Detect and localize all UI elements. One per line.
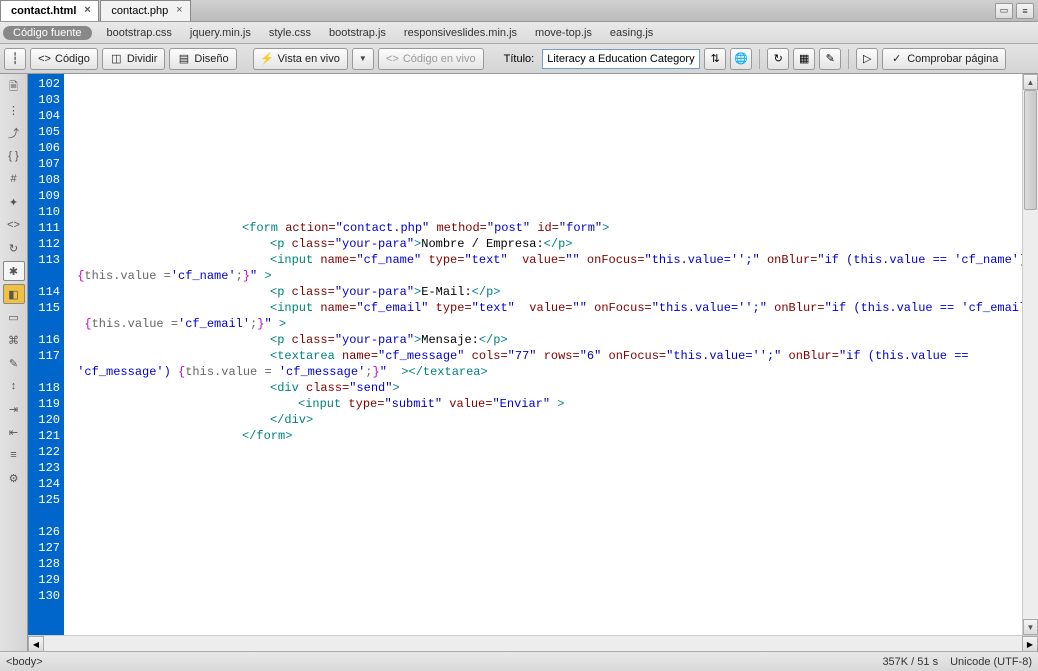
check-page-button[interactable]: ✓ Comprobar página — [882, 48, 1006, 70]
code-navigator-icon[interactable]: ✱ — [3, 261, 25, 281]
split-icon: ◫ — [110, 52, 123, 65]
related-files-bar: Código fuente bootstrap.css jquery.min.j… — [0, 22, 1038, 44]
related-file[interactable]: easing.js — [601, 22, 662, 43]
visual-aids-icon[interactable]: ✎ — [819, 48, 841, 70]
encoding-status[interactable]: Unicode (UTF-8) — [950, 656, 1032, 668]
related-file[interactable]: style.css — [260, 22, 320, 43]
wrap-tag-icon[interactable]: ⌘ — [3, 330, 25, 350]
live-code-button[interactable]: <> Código en vivo — [378, 48, 484, 70]
close-icon[interactable]: × — [174, 6, 184, 16]
file-tab-bar: contact.html × contact.php × ▭ ≡ — [0, 0, 1038, 22]
design-view-button[interactable]: ▤ Diseño — [169, 48, 236, 70]
settings-icon[interactable]: ⚙ — [3, 468, 25, 488]
divider — [848, 49, 849, 69]
horizontal-scrollbar[interactable]: ◀ ▶ — [28, 635, 1038, 651]
check-icon: ✓ — [890, 52, 903, 65]
divider — [759, 49, 760, 69]
code-editor[interactable]: <form action="contact.php" method="post"… — [64, 74, 1022, 635]
reference-icon[interactable]: <> — [3, 215, 25, 235]
balance-braces-icon[interactable]: { } — [3, 146, 25, 166]
code-icon: <> — [386, 52, 399, 65]
apply-comment-icon[interactable]: ◧ — [3, 284, 25, 304]
title-label: Título: — [504, 53, 535, 65]
code-view-button[interactable]: <> Código — [30, 48, 98, 70]
live-view-dropdown[interactable]: ▼ — [352, 48, 374, 70]
scroll-right-icon[interactable]: ▶ — [1022, 636, 1038, 652]
scroll-thumb[interactable] — [1024, 90, 1037, 210]
file-management-icon[interactable]: ⇅ — [704, 48, 726, 70]
open-documents-icon[interactable]: 🗎 — [3, 77, 25, 97]
collapse-icon[interactable]: ┆ — [4, 48, 26, 70]
preview-browser-icon[interactable]: 🌐 — [730, 48, 752, 70]
line-number-gutter: 102103104105106107108109110111112113 114… — [28, 74, 64, 635]
tab-label: contact.php — [111, 5, 168, 17]
related-file[interactable]: move-top.js — [526, 22, 601, 43]
close-icon[interactable]: × — [82, 6, 92, 16]
code-toolbar: 🗎 ⋮ ⤴ { } # ✦ <> ↻ ✱ ◧ ▭ ⌘ ✎ ↕ ⇥ ⇤ ≡ ⚙ — [0, 74, 28, 651]
format-icon[interactable]: ≡ — [3, 445, 25, 465]
file-tab-contact-php[interactable]: contact.php × — [100, 0, 191, 21]
live-view-button[interactable]: ⚡ Vista en vivo — [253, 48, 348, 70]
play-icon[interactable]: ▷ — [856, 48, 878, 70]
refresh-icon[interactable]: ↻ — [767, 48, 789, 70]
select-parent-icon[interactable]: ⤴ — [3, 123, 25, 143]
menu-icon[interactable]: ≡ — [1016, 3, 1034, 19]
move-icon[interactable]: ↕ — [3, 376, 25, 396]
tag-selector[interactable]: <body> — [6, 656, 43, 668]
indent-icon[interactable]: ⇥ — [3, 399, 25, 419]
highlight-icon[interactable]: ✦ — [3, 192, 25, 212]
code-icon: <> — [38, 52, 51, 65]
related-file[interactable]: jquery.min.js — [181, 22, 260, 43]
related-file[interactable]: bootstrap.css — [98, 22, 181, 43]
related-file[interactable]: bootstrap.js — [320, 22, 395, 43]
scroll-left-icon[interactable]: ◀ — [28, 636, 44, 652]
design-icon: ▤ — [177, 52, 190, 65]
source-pill[interactable]: Código fuente — [3, 26, 92, 40]
outdent-icon[interactable]: ⇤ — [3, 422, 25, 442]
lightning-icon: ⚡ — [261, 52, 274, 65]
view-options-icon[interactable]: ▦ — [793, 48, 815, 70]
collapse-icon[interactable]: ⋮ — [3, 100, 25, 120]
line-numbers-icon[interactable]: # — [3, 169, 25, 189]
related-file[interactable]: responsiveslides.min.js — [395, 22, 526, 43]
scroll-up-icon[interactable]: ▲ — [1023, 74, 1038, 90]
page-title-input[interactable] — [542, 49, 700, 69]
document-toolbar: ┆ <> Código ◫ Dividir ▤ Diseño ⚡ Vista e… — [0, 44, 1038, 74]
recent-snippets-icon[interactable]: ✎ — [3, 353, 25, 373]
scroll-down-icon[interactable]: ▼ — [1023, 619, 1038, 635]
split-view-button[interactable]: ◫ Dividir — [102, 48, 166, 70]
vertical-scrollbar[interactable]: ▲ ▼ — [1022, 74, 1038, 635]
status-bar: <body> 357K / 51 s Unicode (UTF-8) — [0, 651, 1038, 671]
remove-comment-icon[interactable]: ▭ — [3, 307, 25, 327]
refresh-icon[interactable]: ↻ — [3, 238, 25, 258]
file-tab-contact-html[interactable]: contact.html × — [0, 0, 99, 21]
tab-label: contact.html — [11, 5, 76, 17]
expand-icon[interactable]: ▭ — [995, 3, 1013, 19]
file-size-status: 357K / 51 s — [882, 656, 938, 668]
